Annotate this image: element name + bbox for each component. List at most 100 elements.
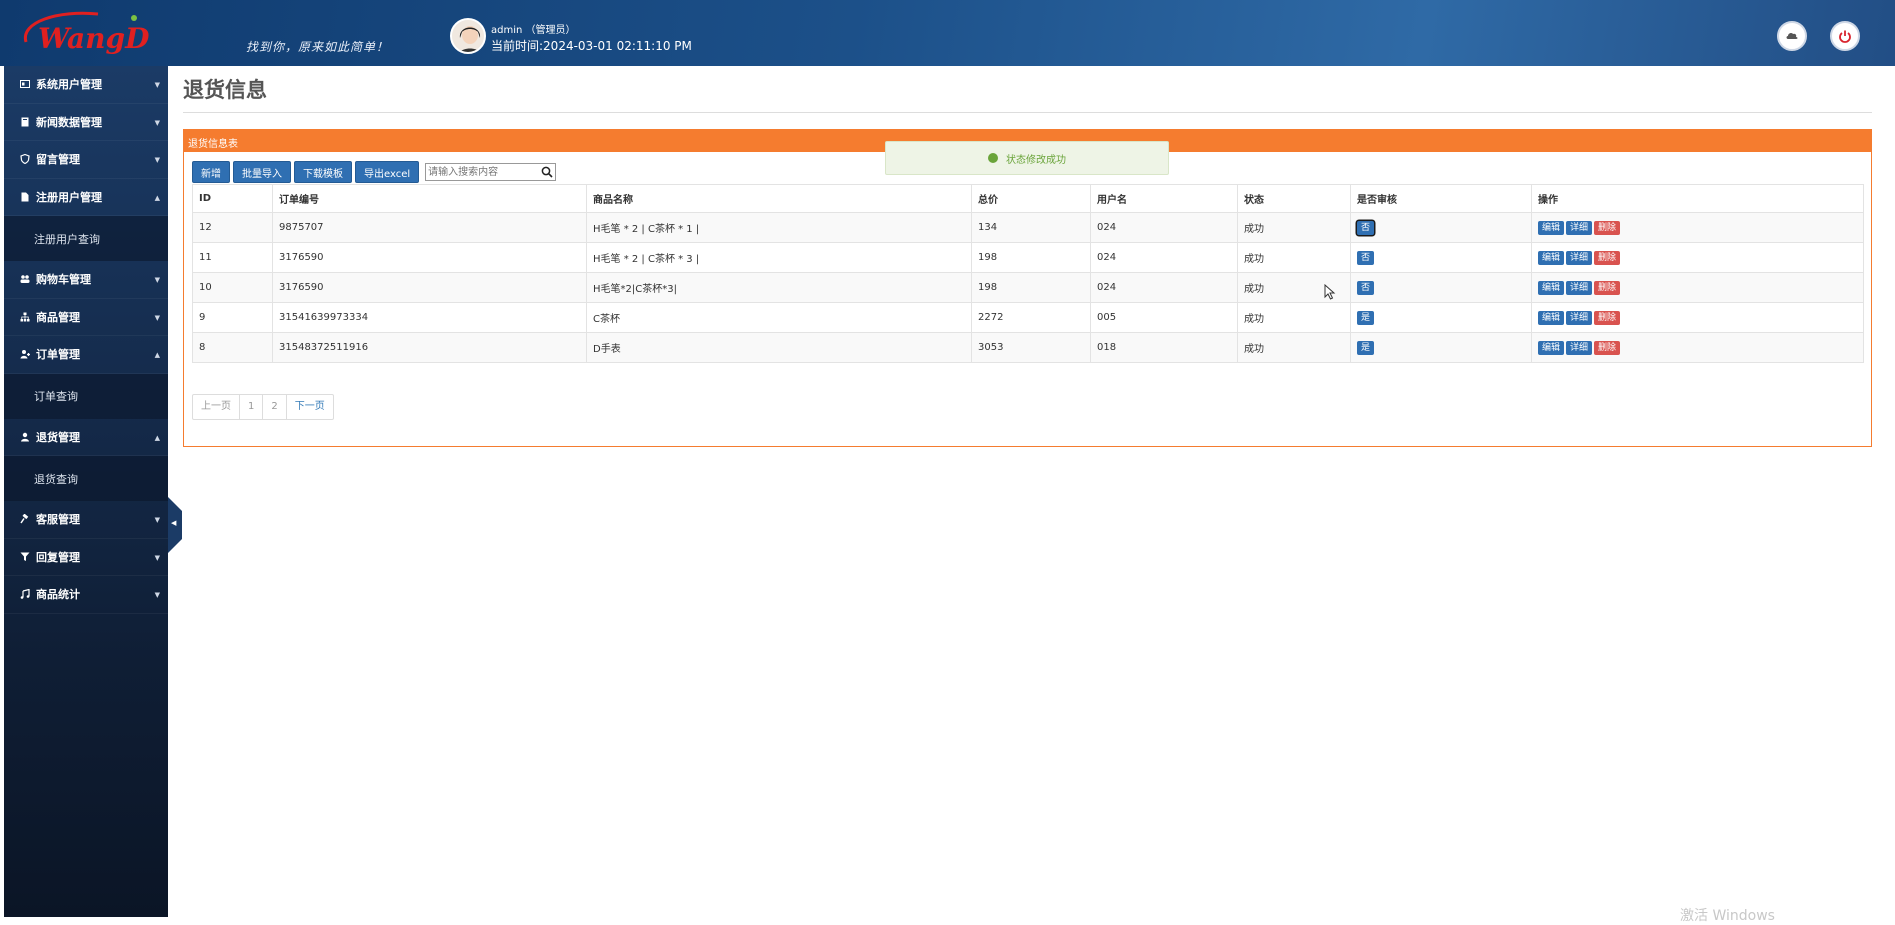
caret-down-icon: ▼ — [154, 156, 160, 164]
sidebar-item-label: 商品统计 — [36, 588, 80, 602]
add-button[interactable]: 新增 — [192, 161, 230, 183]
sidebar-item-customer-service[interactable]: 客服管理 ▼ — [4, 501, 168, 539]
delete-button[interactable]: 删除 — [1594, 280, 1621, 295]
cell-actions: 编辑 详细 删除 — [1531, 212, 1864, 243]
audit-toggle-button[interactable]: 否 — [1357, 280, 1375, 295]
search-icon[interactable] — [541, 166, 553, 178]
sidebar-item-news[interactable]: 新闻数据管理 ▼ — [4, 104, 168, 141]
page-2-button[interactable]: 2 — [263, 395, 287, 419]
sidebar-item-goods[interactable]: 商品管理 ▼ — [4, 299, 168, 336]
delete-button[interactable]: 删除 — [1594, 250, 1621, 265]
cell-audit: 否 — [1350, 242, 1532, 273]
caret-down-icon: ▼ — [154, 553, 160, 562]
wangd-logo[interactable]: WangD — [18, 8, 153, 56]
search-input[interactable] — [426, 164, 537, 180]
divider — [183, 112, 1872, 113]
batch-import-button[interactable]: 批量导入 — [233, 161, 291, 183]
svg-text:WangD: WangD — [38, 22, 150, 55]
edit-button[interactable]: 编辑 — [1538, 310, 1565, 325]
table-row: 8 31548372511916 D手表 3053 018 成功 是 编辑 详细删… — [192, 332, 1864, 363]
sidebar-item-label: 购物车管理 — [36, 273, 91, 287]
detail-button[interactable]: 详细 — [1566, 280, 1593, 295]
next-page-button[interactable]: 下一页 — [287, 395, 333, 419]
col-header-status[interactable]: 状态 — [1237, 184, 1351, 213]
sidebar-item-label: 退货管理 — [36, 430, 80, 444]
sidebar-item-orders[interactable]: 订单管理 ▲ — [4, 336, 168, 374]
id-card-icon — [20, 80, 30, 89]
sidebar-item-label: 回复管理 — [36, 550, 80, 564]
detail-button[interactable]: 详细 — [1566, 220, 1593, 235]
edit-button[interactable]: 编辑 — [1538, 220, 1565, 235]
cell-id: 9 — [192, 302, 273, 333]
caret-up-icon: ▲ — [154, 193, 160, 202]
home-button[interactable] — [1777, 21, 1807, 51]
table-row: 10 3176590 H毛笔*2|C茶杯*3| 198 024 成功 否 编辑详… — [192, 272, 1864, 303]
edit-button[interactable]: 编辑 — [1538, 340, 1565, 355]
return-table: ID 订单编号 商品名称 总价 用户名 状态 是否审核 操作 12 987570… — [192, 184, 1864, 363]
delete-button[interactable]: 删除 — [1594, 340, 1621, 355]
sidebar-item-returns[interactable]: 退货管理 ▲ — [4, 419, 168, 456]
page-1-button[interactable]: 1 — [240, 395, 264, 419]
cell-username: 024 — [1090, 212, 1238, 243]
audit-toggle-button[interactable]: 否 — [1357, 220, 1375, 235]
logout-button[interactable] — [1830, 21, 1860, 51]
cell-total: 3053 — [971, 332, 1091, 363]
cell-total: 198 — [971, 272, 1091, 303]
sidebar-item-label: 订单管理 — [36, 348, 80, 362]
cell-total: 134 — [971, 212, 1091, 243]
table-row: 9 31541639973334 C茶杯 2272 005 成功 是 编辑 详细删… — [192, 302, 1864, 333]
cell-username: 024 — [1090, 272, 1238, 303]
cell-status: 成功 — [1237, 302, 1351, 333]
cell-goods: C茶杯 — [586, 302, 972, 333]
sidebar-item-cart[interactable]: 购物车管理 ▼ — [4, 261, 168, 299]
caret-down-icon: ▼ — [154, 276, 160, 284]
download-template-button[interactable]: 下载模板 — [294, 161, 352, 183]
cell-goods: H毛笔*2|C茶杯*3| — [586, 272, 972, 303]
document-icon — [21, 192, 29, 202]
audit-toggle-button[interactable]: 是 — [1357, 340, 1375, 355]
export-excel-button[interactable]: 导出excel — [355, 161, 420, 183]
col-header-goods[interactable]: 商品名称 — [586, 184, 972, 213]
sidebar-item-goods-stats[interactable]: 商品统计 ▼ — [4, 576, 168, 614]
edit-button[interactable]: 编辑 — [1538, 280, 1565, 295]
col-header-username[interactable]: 用户名 — [1090, 184, 1238, 213]
cloud-icon — [1786, 32, 1798, 39]
cell-actions: 编辑 详细 删除 — [1531, 242, 1864, 273]
audit-toggle-button[interactable]: 是 — [1357, 310, 1375, 325]
cell-id: 8 — [192, 332, 273, 363]
caret-left-icon: ◀ — [171, 519, 177, 527]
detail-button[interactable]: 详细 — [1566, 250, 1593, 265]
sidebar-item-messages[interactable]: 留言管理 ▼ — [4, 141, 168, 179]
filter-icon — [20, 552, 30, 561]
sidebar-collapse-toggle[interactable]: ◀ — [168, 497, 182, 553]
sidebar-item-system-users[interactable]: 系统用户管理 ▼ — [4, 66, 168, 104]
edit-button[interactable]: 编辑 — [1538, 250, 1565, 265]
prev-page-button[interactable]: 上一页 — [193, 395, 240, 419]
audit-toggle-button[interactable]: 否 — [1357, 250, 1375, 265]
delete-button[interactable]: 删除 — [1594, 220, 1621, 235]
music-icon — [20, 589, 30, 600]
col-header-audit[interactable]: 是否审核 — [1350, 184, 1532, 213]
cell-status: 成功 — [1237, 332, 1351, 363]
cell-goods: H毛笔 * 2 | C茶杯 * 1 | — [586, 212, 972, 243]
detail-button[interactable]: 详细 — [1566, 340, 1593, 355]
toolbar: 新增 批量导入 下载模板 导出excel — [192, 161, 557, 183]
delete-button[interactable]: 删除 — [1594, 310, 1621, 325]
check-circle-icon — [988, 153, 998, 163]
col-header-total[interactable]: 总价 — [971, 184, 1091, 213]
cell-username: 005 — [1090, 302, 1238, 333]
user-plus-icon — [20, 350, 30, 359]
sidebar-subitem-registered-user-query[interactable]: 注册用户查询 — [4, 216, 168, 261]
admin-avatar[interactable] — [450, 18, 486, 54]
sitemap-icon — [20, 312, 30, 322]
col-header-order-no[interactable]: 订单编号 — [272, 184, 587, 213]
windows-activation-watermark: 激活 Windows — [1680, 908, 1775, 924]
sidebar-subitem-order-query[interactable]: 订单查询 — [4, 373, 168, 419]
col-header-id[interactable]: ID — [192, 184, 273, 213]
detail-button[interactable]: 详细 — [1566, 310, 1593, 325]
sidebar-subitem-return-query[interactable]: 退货查询 — [4, 456, 168, 501]
sidebar-item-registered-users[interactable]: 注册用户管理 ▲ — [4, 179, 168, 216]
cell-actions: 编辑 详细 删除 — [1531, 272, 1864, 303]
cell-order-no: 31548372511916 — [272, 332, 587, 363]
sidebar-item-replies[interactable]: 回复管理 ▼ — [4, 539, 168, 576]
